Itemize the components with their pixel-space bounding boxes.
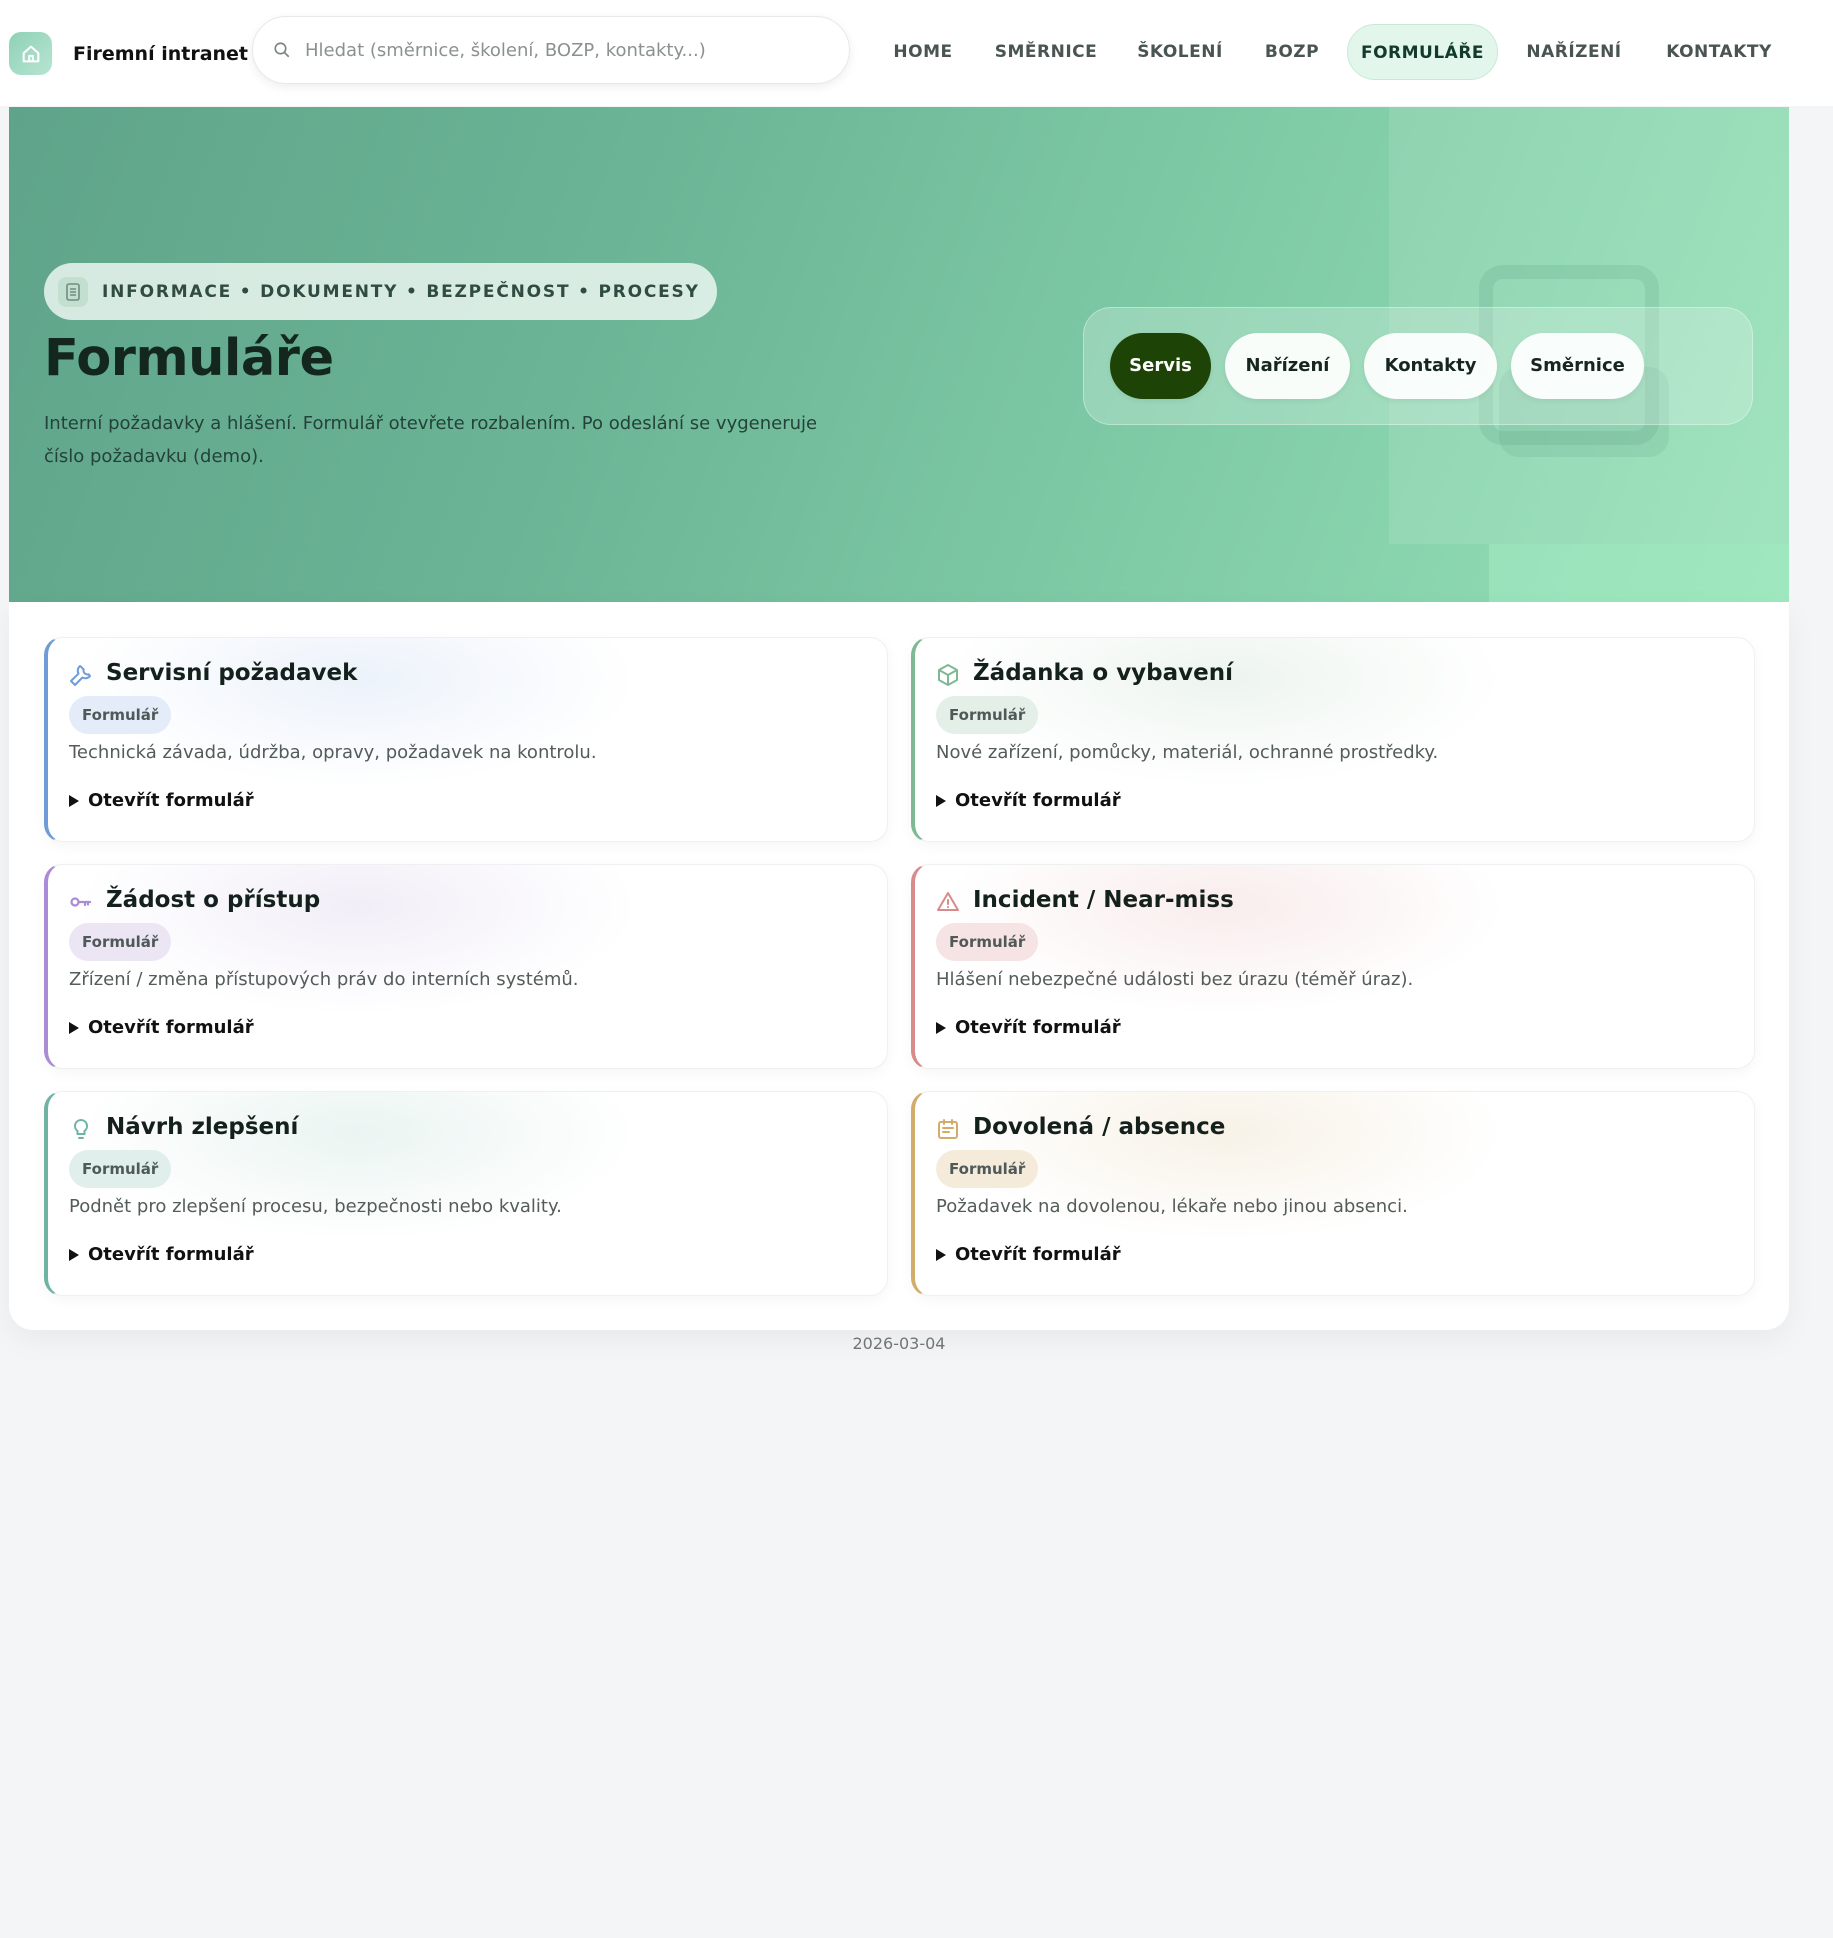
card-tag: Formulář — [936, 923, 1039, 961]
open-form-toggle[interactable]: Otevřít formulář — [936, 1244, 1121, 1265]
footer-date: 2026-03-04 — [852, 1334, 946, 1353]
nav-item-kontakty[interactable]: KONTAKTY — [1650, 24, 1788, 80]
forms-panel: Servisní požadavek Formulář Technická zá… — [9, 602, 1789, 1330]
card-description: Hlášení nebezpečné události bez úrazu (t… — [936, 969, 1414, 990]
hero-badge-text: INFORMACE • DOKUMENTY • BEZPEČNOST • PRO… — [102, 281, 700, 302]
calendar-icon — [938, 1119, 958, 1139]
open-form-toggle[interactable]: Otevřít formulář — [69, 790, 254, 811]
form-card-zadost-o-pristup[interactable]: Žádost o přístup Formulář Zřízení / změn… — [44, 864, 888, 1069]
page-description: Interní požadavky a hlášení. Formulář ot… — [44, 413, 818, 467]
search-box[interactable] — [252, 16, 850, 84]
search-input[interactable] — [305, 39, 825, 61]
card-description: Technická závada, údržba, opravy, požada… — [69, 742, 597, 763]
open-form-toggle[interactable]: Otevřít formulář — [936, 790, 1121, 811]
triangle-right-icon — [69, 1021, 79, 1034]
quick-link-kontakty[interactable]: Kontakty — [1364, 333, 1497, 399]
triangle-right-icon — [936, 1248, 946, 1261]
triangle-right-icon — [936, 1021, 946, 1034]
wrench-icon — [70, 665, 91, 686]
search-icon — [274, 42, 290, 58]
nav-item-home[interactable]: HOME — [880, 24, 966, 80]
card-tag: Formulář — [936, 1150, 1039, 1188]
form-card-dovolena-absence[interactable]: Dovolená / absence Formulář Požadavek na… — [911, 1091, 1755, 1296]
package-icon — [938, 664, 958, 686]
quick-link-narizeni[interactable]: Nařízení — [1225, 333, 1350, 399]
card-tag: Formulář — [936, 696, 1039, 734]
page-title: Formuláře — [44, 329, 334, 388]
open-form-toggle[interactable]: Otevřít formulář — [69, 1017, 254, 1038]
card-title: Incident / Near-miss — [973, 887, 1234, 913]
card-description: Požadavek na dovolenou, lékaře nebo jino… — [936, 1196, 1408, 1217]
quick-link-servis[interactable]: Servis — [1110, 333, 1211, 399]
brand[interactable]: Firemní intranet — [9, 32, 248, 75]
card-title: Dovolená / absence — [973, 1114, 1226, 1140]
brand-name[interactable]: Firemní intranet — [73, 43, 248, 65]
card-description: Nové zařízení, pomůcky, materiál, ochran… — [936, 742, 1439, 763]
nav-item-smernice[interactable]: SMĚRNICE — [984, 24, 1108, 80]
nav-item-formulare[interactable]: FORMULÁŘE — [1347, 24, 1498, 80]
form-card-incident-near-miss[interactable]: Incident / Near-miss Formulář Hlášení ne… — [911, 864, 1755, 1069]
nav-item-bozp[interactable]: BOZP — [1252, 24, 1332, 80]
hero-badge: INFORMACE • DOKUMENTY • BEZPEČNOST • PRO… — [44, 263, 717, 320]
open-form-label: Otevřít formulář — [955, 790, 1121, 811]
form-card-zadanka-o-vybaveni[interactable]: Žádanka o vybavení Formulář Nové zařízen… — [911, 637, 1755, 842]
card-description: Podnět pro zlepšení procesu, bezpečnosti… — [69, 1196, 562, 1217]
top-bar: Firemní intranet HOME SMĚRNICE ŠKOLENÍ B… — [0, 0, 1833, 106]
nav-item-skoleni[interactable]: ŠKOLENÍ — [1126, 24, 1234, 80]
document-icon — [58, 276, 88, 307]
card-tag: Formulář — [69, 1150, 172, 1188]
card-title: Servisní požadavek — [106, 660, 358, 686]
triangle-right-icon — [936, 794, 946, 807]
card-title: Žádost o přístup — [106, 887, 321, 913]
quick-link-smernice[interactable]: Směrnice — [1511, 333, 1644, 399]
quick-links: Servis Nařízení Kontakty Směrnice — [1083, 307, 1753, 425]
lightbulb-icon — [73, 1118, 89, 1139]
key-icon — [70, 897, 92, 907]
triangle-right-icon — [69, 794, 79, 807]
card-title: Návrh zlepšení — [106, 1114, 299, 1140]
home-icon[interactable] — [9, 32, 52, 75]
triangle-right-icon — [69, 1248, 79, 1261]
card-title: Žádanka o vybavení — [973, 660, 1234, 686]
hero-decoration — [1489, 544, 1789, 602]
form-card-servisni-pozadavek[interactable]: Servisní požadavek Formulář Technická zá… — [44, 637, 888, 842]
warning-icon — [937, 892, 959, 911]
open-form-toggle[interactable]: Otevřít formulář — [69, 1244, 254, 1265]
form-card-navrh-zlepseni[interactable]: Návrh zlepšení Formulář Podnět pro zlepš… — [44, 1091, 888, 1296]
nav-item-narizeni[interactable]: NAŘÍZENÍ — [1516, 24, 1632, 80]
open-form-label: Otevřít formulář — [88, 790, 254, 811]
open-form-label: Otevřít formulář — [88, 1244, 254, 1265]
open-form-label: Otevřít formulář — [955, 1244, 1121, 1265]
card-tag: Formulář — [69, 923, 172, 961]
open-form-label: Otevřít formulář — [88, 1017, 254, 1038]
hero-banner: INFORMACE • DOKUMENTY • BEZPEČNOST • PRO… — [9, 107, 1789, 602]
card-tag: Formulář — [69, 696, 172, 734]
open-form-toggle[interactable]: Otevřít formulář — [936, 1017, 1121, 1038]
open-form-label: Otevřít formulář — [955, 1017, 1121, 1038]
card-description: Zřízení / změna přístupových práv do int… — [69, 969, 579, 990]
